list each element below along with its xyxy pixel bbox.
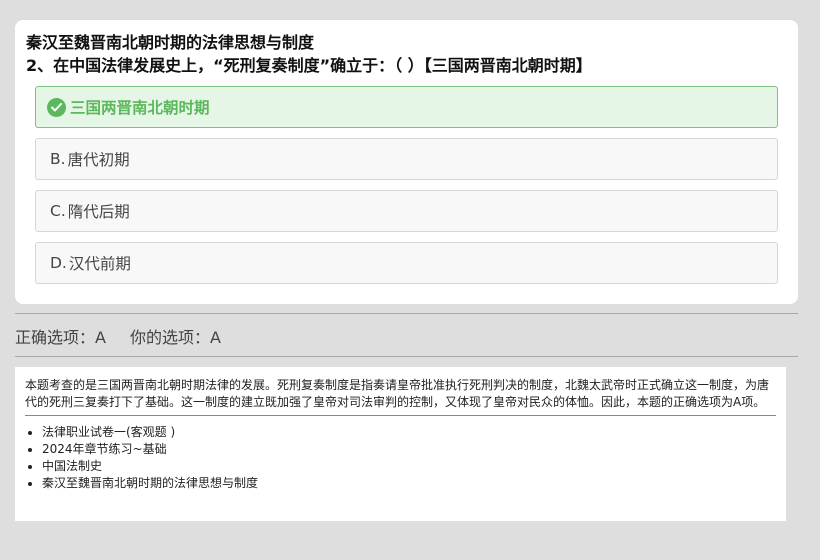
option-d[interactable]: D. 汉代前期 xyxy=(35,242,778,284)
option-text: 汉代前期 xyxy=(68,255,131,273)
divider xyxy=(25,415,776,416)
question-card: 秦汉至魏晋南北朝时期的法律思想与制度 2、在中国法律发展史上，“死刑复奏制度”确… xyxy=(15,20,798,304)
tag-item[interactable]: 法律职业试卷一(客观题 ) xyxy=(42,424,776,441)
divider xyxy=(15,356,798,357)
option-letter: B. xyxy=(50,150,66,168)
check-circle-icon xyxy=(47,97,66,117)
your-answer: 你的选项：A xyxy=(129,328,221,347)
correct-answer: 正确选项：A xyxy=(15,328,106,347)
option-letter: C. xyxy=(50,202,66,220)
tag-item[interactable]: 中国法制史 xyxy=(42,458,776,475)
explanation-text: 本题考查的是三国两晋南北朝时期法律的发展。死刑复奏制度是指奏请皇帝批准执行死刑判… xyxy=(25,378,770,409)
option-text: 三国两晋南北朝时期 xyxy=(70,99,210,117)
tag-item[interactable]: 秦汉至魏晋南北朝时期的法律思想与制度 xyxy=(42,475,776,492)
explanation-panel: 本题考查的是三国两晋南北朝时期法律的发展。死刑复奏制度是指奏请皇帝批准执行死刑判… xyxy=(15,367,786,521)
option-a[interactable]: 三国两晋南北朝时期 xyxy=(35,86,778,128)
option-letter: D. xyxy=(50,254,67,272)
tag-list: 法律职业试卷一(客观题 ) 2024年章节练习~基础 中国法制史 秦汉至魏晋南北… xyxy=(25,424,776,492)
option-text: 唐代初期 xyxy=(67,151,130,169)
option-c[interactable]: C. 隋代后期 xyxy=(35,190,778,232)
question-text: 2、在中国法律发展史上，“死刑复奏制度”确立于：（ ）【三国两晋南北朝时期】 xyxy=(26,56,592,75)
tag-item[interactable]: 2024年章节练习~基础 xyxy=(42,441,776,458)
answer-summary: 正确选项：A 你的选项：A xyxy=(15,324,245,348)
chapter-title: 秦汉至魏晋南北朝时期的法律思想与制度 xyxy=(26,33,315,52)
option-b[interactable]: B. 唐代初期 xyxy=(35,138,778,180)
divider xyxy=(15,313,798,314)
option-text: 隋代后期 xyxy=(67,203,130,221)
